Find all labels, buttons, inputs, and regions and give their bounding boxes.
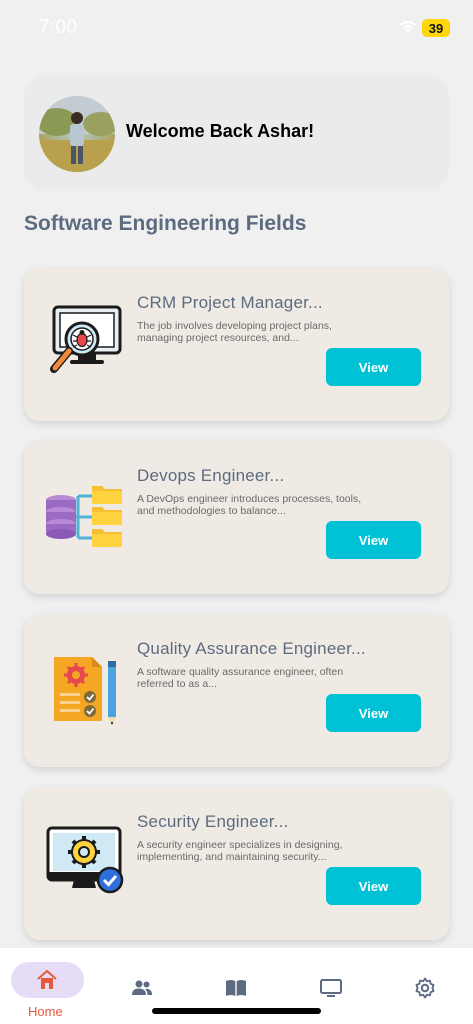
battery-indicator: 39 [422, 19, 450, 37]
card-title: Security Engineer... [137, 812, 289, 831]
status-bar: 7:00 39 [0, 0, 473, 56]
view-button[interactable]: View [326, 694, 421, 732]
qa-checklist-icon [54, 657, 116, 725]
view-button[interactable]: View [326, 867, 421, 905]
status-time: 7:00 [39, 17, 78, 38]
card-description: A software quality assurance engineer, o… [137, 666, 344, 690]
people-icon[interactable] [130, 976, 154, 1000]
card-description: A security engineer specializes in desig… [137, 839, 343, 863]
avatar[interactable] [39, 96, 115, 172]
home-indicator [152, 1008, 321, 1014]
secure-settings-monitor-icon [46, 826, 124, 894]
field-card-devops-engineer[interactable]: Devops Engineer... A DevOps engineer int… [24, 441, 449, 594]
nav-home-label[interactable]: Home [28, 1004, 63, 1019]
gear-icon[interactable] [413, 976, 437, 1000]
card-title: Devops Engineer... [137, 466, 285, 485]
monitor-icon[interactable] [319, 976, 343, 1000]
field-card-quality-assurance-engineer[interactable]: Quality Assurance Engineer... A software… [24, 614, 449, 767]
card-title: Quality Assurance Engineer... [137, 639, 366, 658]
field-card-crm-project-manager[interactable]: CRM Project Manager... The job involves … [24, 268, 449, 421]
bug-search-monitor-icon [50, 305, 122, 373]
book-icon[interactable] [224, 976, 248, 1000]
section-title: Software Engineering Fields [24, 212, 307, 235]
home-icon [37, 970, 57, 989]
nav-item-home[interactable] [11, 962, 84, 998]
card-description: The job involves developing project plan… [137, 320, 332, 344]
card-description: A DevOps engineer introduces processes, … [137, 493, 362, 517]
welcome-heading: Welcome Back Ashar! [126, 121, 315, 141]
wifi-icon [399, 21, 417, 33]
welcome-card: Welcome Back Ashar! [24, 75, 449, 191]
view-button[interactable]: View [326, 521, 421, 559]
card-title: CRM Project Manager... [137, 293, 323, 312]
field-card-security-engineer[interactable]: Security Engineer... A security engineer… [24, 787, 449, 940]
database-folders-icon [46, 486, 122, 547]
view-button[interactable]: View [326, 348, 421, 386]
